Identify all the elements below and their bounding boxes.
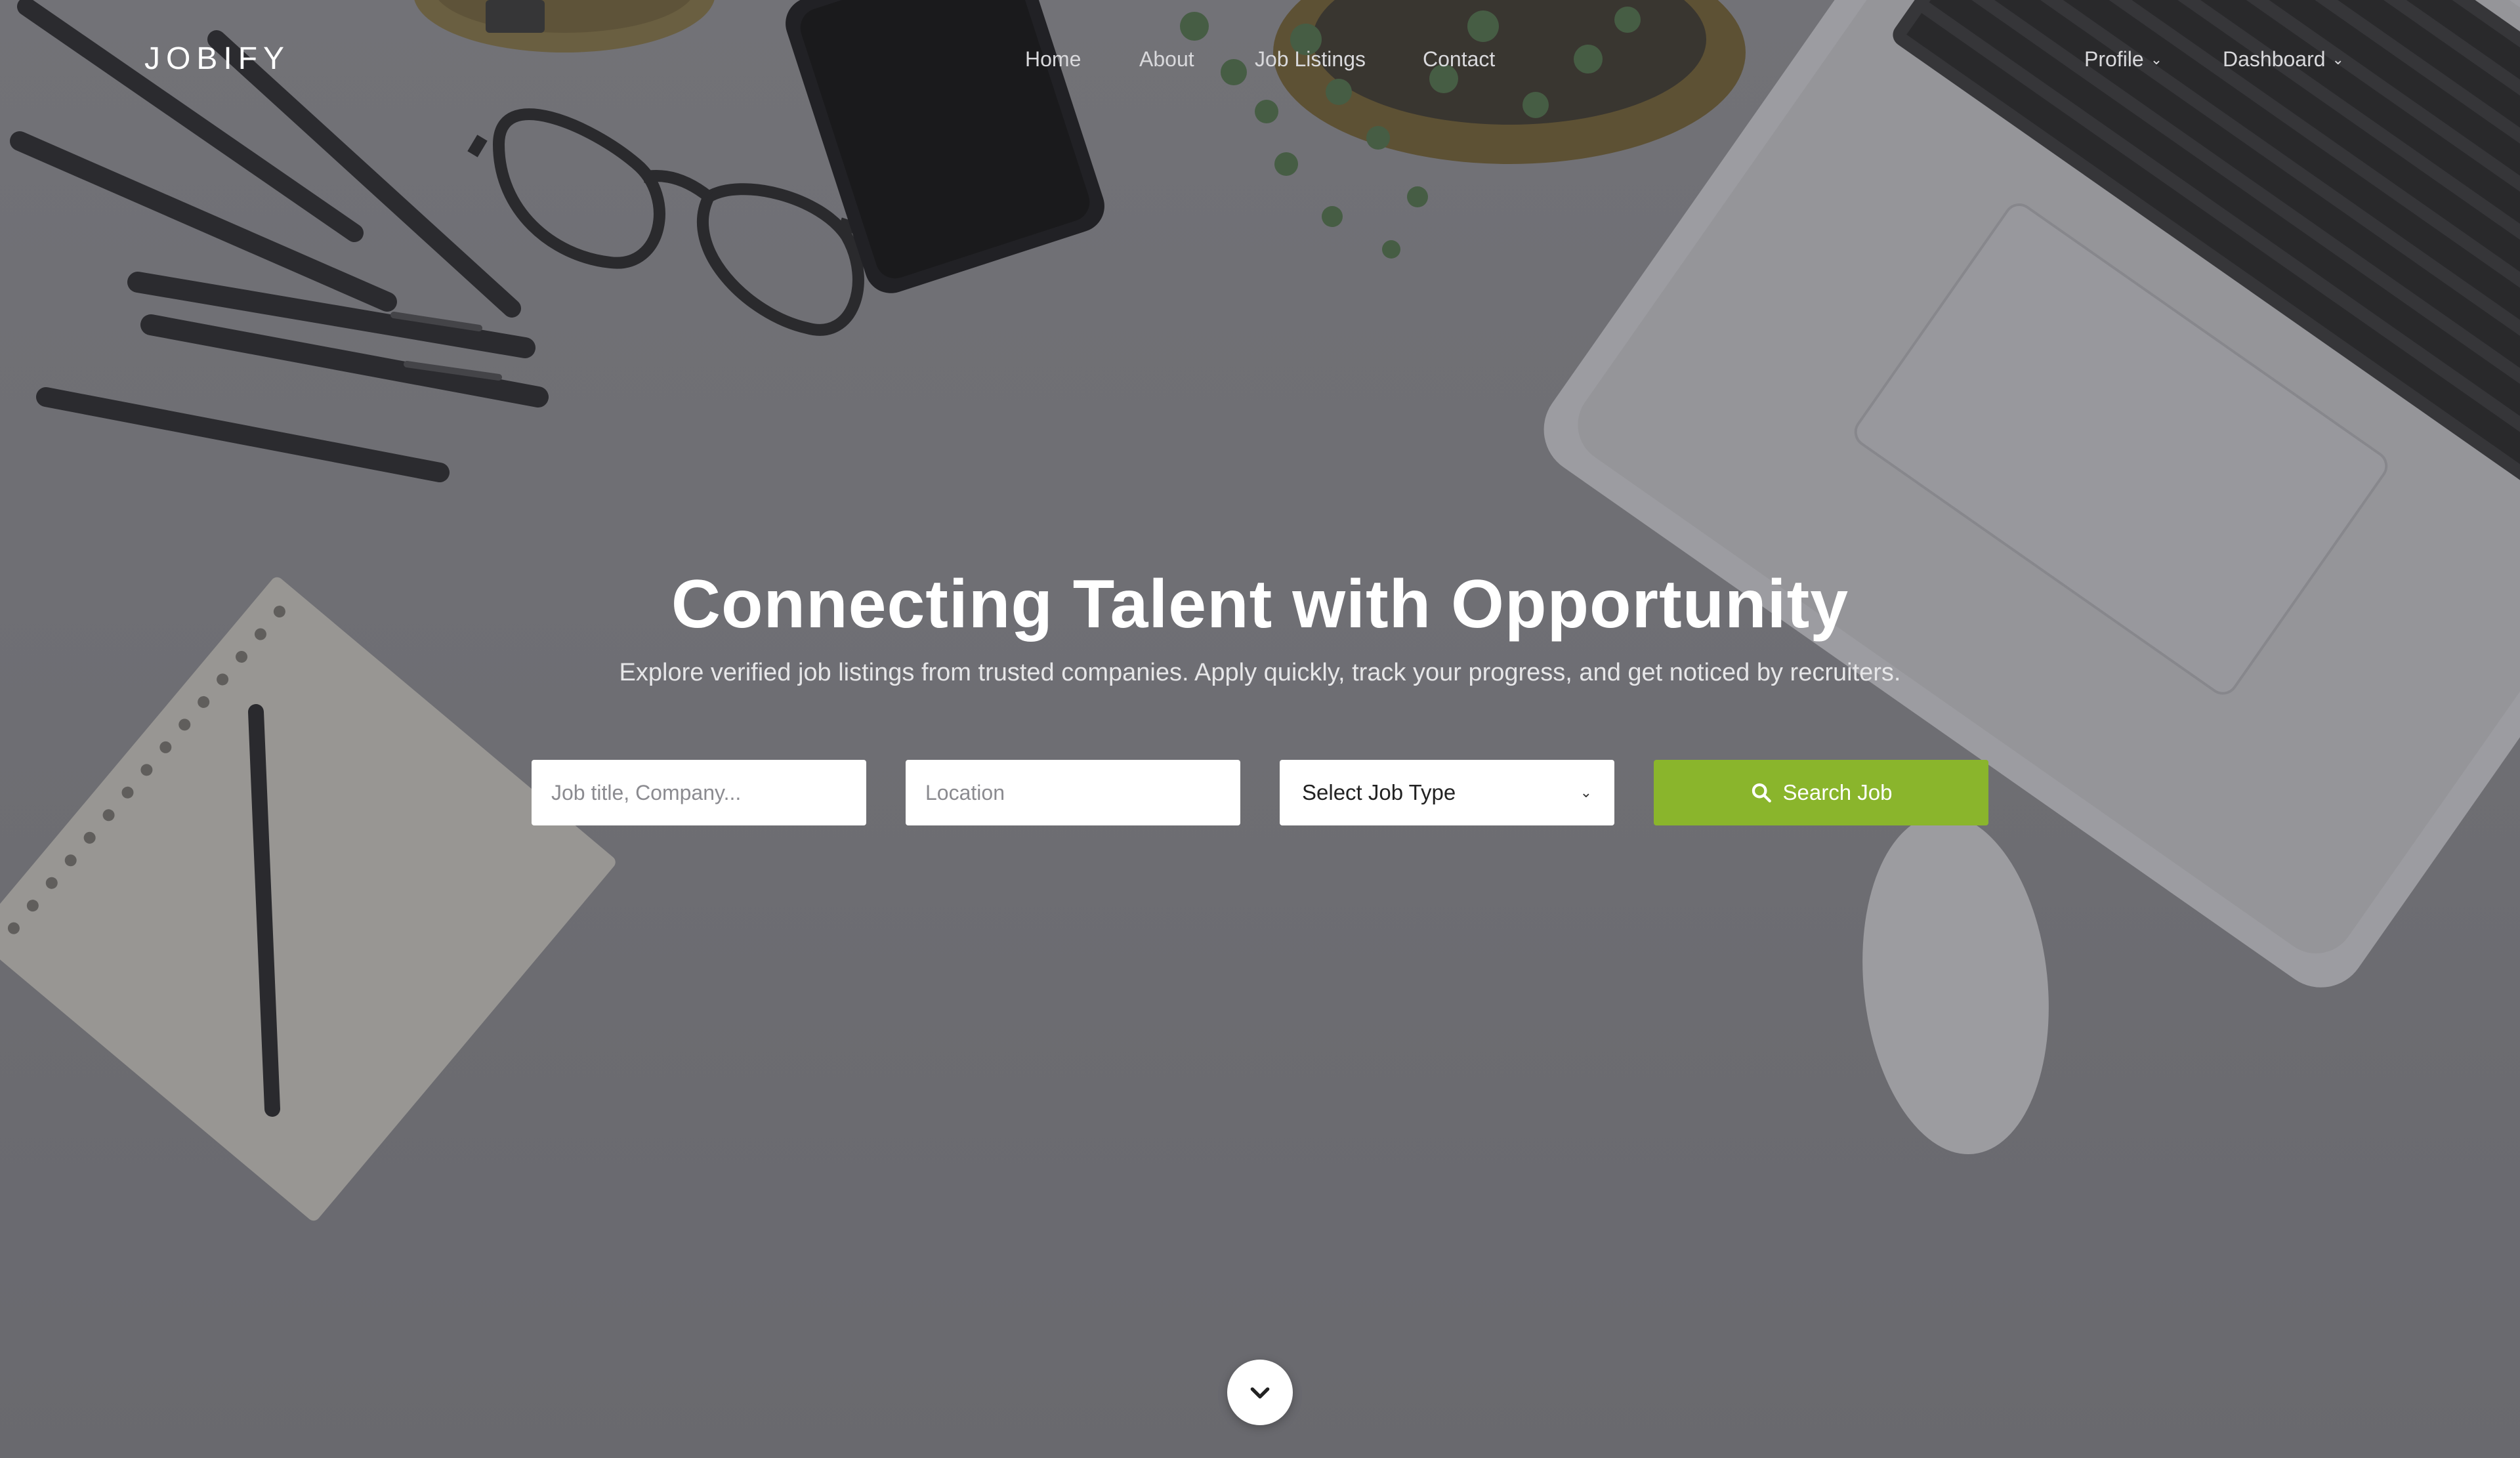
hero-section: JOBIFY Home About Job Listings Contact P…	[0, 0, 2520, 1458]
nav-dashboard[interactable]: Dashboard ⌄	[2223, 47, 2344, 72]
desk-background-image	[0, 0, 2520, 1458]
search-icon	[1752, 783, 1771, 802]
brand-logo[interactable]: JOBIFY	[144, 41, 290, 77]
location-input[interactable]	[906, 760, 1240, 825]
hero-title: Connecting Talent with Opportunity	[671, 566, 1849, 642]
hero-subtitle: Explore verified job listings from trust…	[619, 659, 1901, 686]
nav-about[interactable]: About	[1139, 47, 1194, 72]
chevron-down-icon: ⌄	[2150, 51, 2163, 68]
scroll-down-button[interactable]	[1227, 1360, 1293, 1425]
nav-dashboard-label: Dashboard	[2223, 47, 2326, 71]
search-job-button[interactable]: Search Job	[1654, 760, 1988, 825]
job-type-select-label: Select Job Type	[1302, 780, 1456, 804]
nav-profile[interactable]: Profile ⌄	[2084, 47, 2162, 72]
keyword-search-input[interactable]	[532, 760, 866, 825]
search-job-button-label: Search Job	[1782, 780, 1893, 804]
chevron-down-icon: ⌄	[1580, 784, 1592, 801]
job-type-select[interactable]: Select Job Type ⌄	[1280, 760, 1614, 825]
nav-contact[interactable]: Contact	[1423, 47, 1495, 72]
chevron-down-icon: ⌄	[2332, 51, 2344, 68]
nav-profile-label: Profile	[2084, 47, 2144, 71]
chevron-down-icon	[1250, 1387, 1270, 1399]
nav-home[interactable]: Home	[1025, 47, 1081, 72]
nav-job-listings[interactable]: Job Listings	[1255, 47, 1366, 72]
